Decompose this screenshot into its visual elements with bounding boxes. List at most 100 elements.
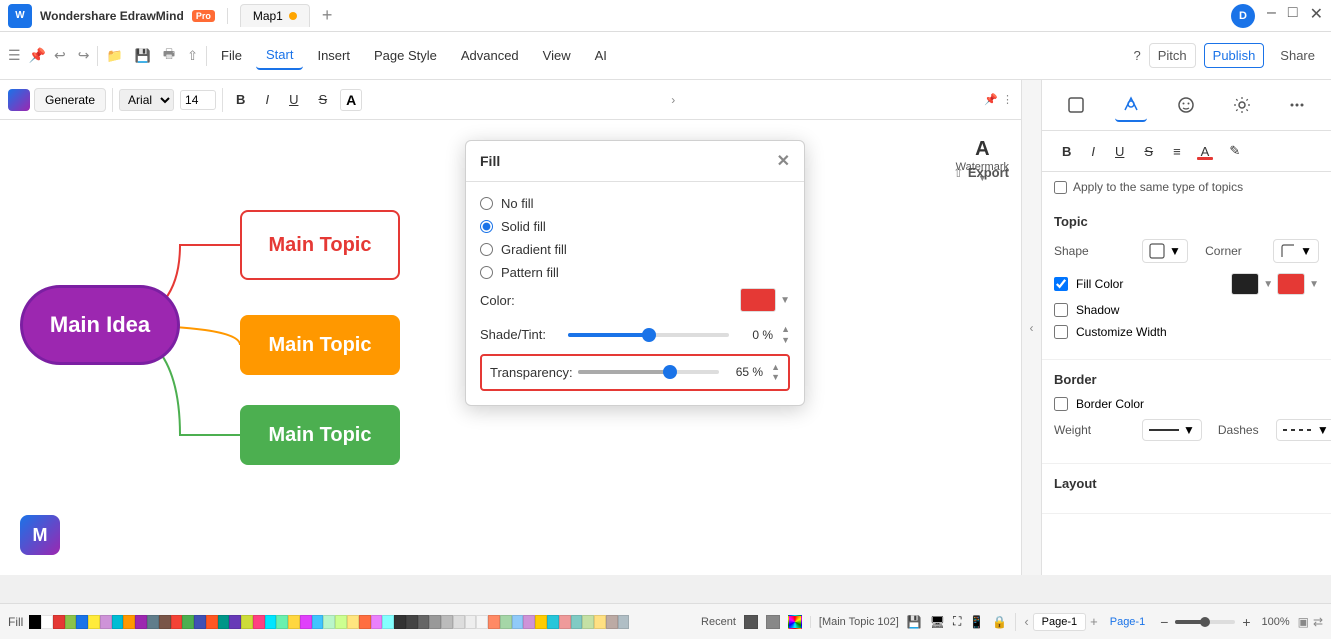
maximize-button[interactable]: □ bbox=[1288, 4, 1298, 28]
screen-icon[interactable]: 🖥 bbox=[930, 615, 945, 629]
user-avatar[interactable]: D bbox=[1231, 4, 1255, 28]
color-light-orange[interactable] bbox=[359, 615, 371, 629]
menu-view[interactable]: View bbox=[533, 42, 581, 69]
color-lime[interactable] bbox=[241, 615, 253, 629]
sidebar-icon-shape[interactable] bbox=[1060, 88, 1092, 122]
fill-color-dark-swatch[interactable] bbox=[1231, 273, 1259, 295]
fill-color-checkbox[interactable] bbox=[1054, 277, 1068, 291]
color-light-lime2[interactable] bbox=[582, 615, 594, 629]
color-light-amber[interactable] bbox=[347, 615, 359, 629]
color-red2[interactable] bbox=[171, 615, 183, 629]
panel-toggle[interactable]: ‹ bbox=[1021, 80, 1041, 575]
menu-start[interactable]: Start bbox=[256, 41, 303, 70]
sidebar-toggle-icon[interactable]: ☰ bbox=[8, 47, 21, 64]
zoom-in-btn[interactable]: + bbox=[1239, 614, 1253, 630]
italic-button[interactable]: I bbox=[258, 89, 276, 110]
shade-thumb[interactable] bbox=[642, 328, 656, 342]
expand-icon[interactable]: › bbox=[671, 93, 675, 107]
menu-insert[interactable]: Insert bbox=[307, 42, 360, 69]
more-options-icon[interactable]: ⋮ bbox=[1002, 93, 1013, 106]
lock-icon[interactable]: 🔒 bbox=[992, 615, 1007, 629]
color-yellow2[interactable] bbox=[535, 615, 547, 629]
color-yellow[interactable] bbox=[88, 615, 100, 629]
fullscreen-icon[interactable]: ⛶ bbox=[953, 614, 961, 629]
text-highlight-right-btn[interactable]: ✎ bbox=[1221, 139, 1248, 163]
menu-advanced[interactable]: Advanced bbox=[451, 42, 529, 69]
export-label[interactable]: Export bbox=[968, 165, 1009, 181]
pitch-button[interactable]: Pitch bbox=[1149, 43, 1196, 68]
underline-right-btn[interactable]: U bbox=[1107, 140, 1132, 163]
color-light-amber2[interactable] bbox=[594, 615, 606, 629]
shade-slider[interactable] bbox=[568, 333, 729, 337]
color-light-purple[interactable] bbox=[300, 615, 312, 629]
dashes-select[interactable]: ▼ bbox=[1276, 419, 1331, 441]
color-cyan[interactable] bbox=[112, 615, 124, 629]
page-tab-1[interactable]: Page-1 bbox=[1033, 613, 1086, 631]
prev-page-btn[interactable]: ‹ bbox=[1024, 614, 1028, 629]
topic-bot-node[interactable]: Main Topic bbox=[240, 405, 400, 465]
undo-button[interactable]: ↩ bbox=[50, 43, 70, 68]
print-icon[interactable]: 🖶 bbox=[159, 41, 179, 71]
color-light-brown[interactable] bbox=[606, 615, 618, 629]
fill-red-arrow[interactable]: ▼ bbox=[1309, 279, 1319, 290]
canvas-area[interactable]: Generate Arial B I U S A › 📌 ⋮ bbox=[0, 80, 1021, 575]
align-right-btn[interactable]: ≡ bbox=[1165, 140, 1189, 163]
pin-right-icon[interactable]: 📌 bbox=[984, 93, 998, 106]
active-tab[interactable]: Map1 bbox=[240, 4, 310, 27]
color-white[interactable] bbox=[41, 615, 53, 629]
export-top-icon[interactable]: ⇧ bbox=[953, 165, 964, 181]
color-picker-icon[interactable] bbox=[788, 615, 802, 629]
customize-checkbox[interactable] bbox=[1054, 325, 1068, 339]
color-light-blue[interactable] bbox=[265, 615, 277, 629]
fill-dialog-close-button[interactable]: ✕ bbox=[777, 151, 790, 171]
font-size-input[interactable] bbox=[180, 90, 216, 110]
color-light-green2[interactable] bbox=[323, 615, 335, 629]
shadow-checkbox[interactable] bbox=[1054, 303, 1068, 317]
color-orange[interactable] bbox=[123, 615, 135, 629]
fill-dark-arrow[interactable]: ▼ bbox=[1263, 279, 1273, 290]
share-button[interactable]: Share bbox=[1272, 44, 1323, 67]
color-deep-purple[interactable] bbox=[229, 615, 241, 629]
fill-option-solid[interactable]: Solid fill bbox=[480, 219, 790, 234]
publish-button[interactable]: Publish bbox=[1204, 43, 1265, 68]
export-icon[interactable]: ⇧ bbox=[183, 44, 202, 68]
font-family-select[interactable]: Arial bbox=[119, 89, 174, 111]
menu-file[interactable]: File bbox=[211, 42, 252, 69]
color-lightest-grey[interactable] bbox=[453, 615, 465, 629]
save-status-icon[interactable]: 💾 bbox=[907, 615, 922, 629]
color-light-blue-grey[interactable] bbox=[618, 615, 630, 629]
color-light-purple2[interactable] bbox=[371, 615, 383, 629]
color-light-red[interactable] bbox=[559, 615, 571, 629]
underline-button[interactable]: U bbox=[282, 89, 305, 110]
color-blue[interactable] bbox=[76, 615, 88, 629]
color-medium-grey[interactable] bbox=[418, 615, 430, 629]
color-amber[interactable] bbox=[288, 615, 300, 629]
phone-icon[interactable]: 📱 bbox=[969, 615, 984, 629]
color-teal[interactable] bbox=[218, 615, 230, 629]
shape-select[interactable]: ▼ bbox=[1142, 239, 1188, 263]
weight-select[interactable]: ▼ bbox=[1142, 419, 1202, 441]
zoom-slider[interactable] bbox=[1175, 620, 1235, 624]
italic-right-btn[interactable]: I bbox=[1083, 140, 1103, 163]
save-icon[interactable]: 💾 bbox=[131, 44, 155, 68]
color-light-deep-orange[interactable] bbox=[488, 615, 500, 629]
color-light-green[interactable] bbox=[276, 615, 288, 629]
redo-button[interactable]: ↪ bbox=[74, 43, 94, 68]
fill-radio-none[interactable] bbox=[480, 197, 493, 210]
color-pink[interactable] bbox=[253, 615, 265, 629]
strike-right-btn[interactable]: S bbox=[1136, 140, 1161, 163]
sidebar-icon-emoji[interactable] bbox=[1170, 88, 1202, 122]
transparency-up[interactable]: ▲ bbox=[771, 362, 780, 373]
topic-top-node[interactable]: Main Topic bbox=[240, 210, 400, 280]
menu-ai[interactable]: AI bbox=[585, 42, 617, 69]
transparency-down[interactable]: ▼ bbox=[771, 372, 780, 383]
apply-same-checkbox[interactable] bbox=[1054, 181, 1067, 194]
fill-color-swatch[interactable] bbox=[740, 288, 776, 312]
color-deep-orange[interactable] bbox=[206, 615, 218, 629]
color-light-grey[interactable] bbox=[429, 615, 441, 629]
fit-screen-btn[interactable]: ▣ bbox=[1298, 615, 1309, 629]
new-tab-button[interactable]: + bbox=[322, 5, 333, 26]
transparency-slider[interactable] bbox=[578, 370, 719, 374]
sidebar-icon-more[interactable] bbox=[1281, 88, 1313, 122]
shade-stepper[interactable]: ▲ ▼ bbox=[781, 324, 790, 346]
